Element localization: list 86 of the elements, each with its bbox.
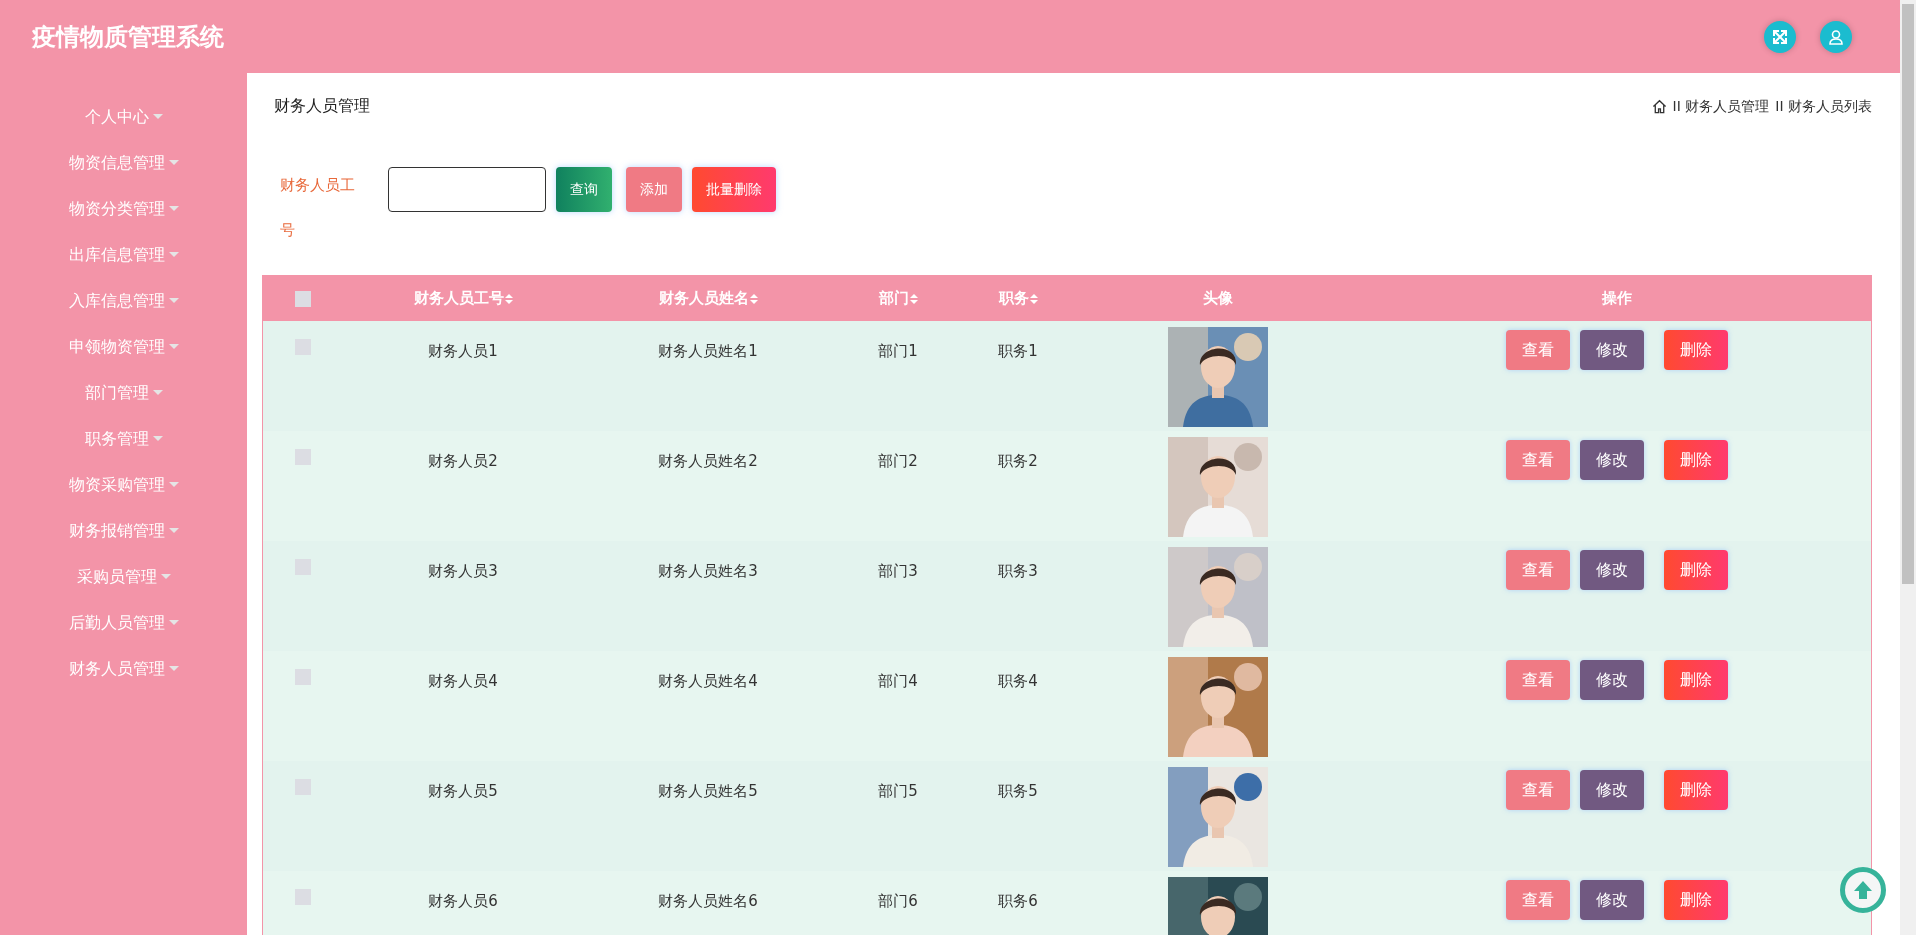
view-button[interactable]: 查看 <box>1506 660 1570 700</box>
add-button[interactable]: 添加 <box>626 167 682 212</box>
view-button[interactable]: 查看 <box>1506 550 1570 590</box>
table-cell: 部门1 <box>878 342 918 360</box>
view-button[interactable]: 查看 <box>1506 330 1570 370</box>
column-header[interactable]: 财务人员姓名 <box>658 287 758 310</box>
row-checkbox[interactable] <box>295 669 311 685</box>
table-cell: 部门3 <box>878 562 918 580</box>
table-cell: 职务1 <box>998 342 1038 360</box>
batch-delete-button[interactable]: 删除 <box>1664 660 1728 700</box>
table-cell: 财务人员2 <box>428 452 498 470</box>
sidebar-item[interactable]: 个人中心 <box>0 102 247 131</box>
table-cell: 财务人员姓名6 <box>658 892 758 910</box>
edit-button[interactable]: 修改 <box>1580 770 1644 810</box>
sidebar-item[interactable]: 入库信息管理 <box>0 286 247 315</box>
table-cell: 部门5 <box>878 782 918 800</box>
table-cell: 部门4 <box>878 672 918 690</box>
sidebar-item[interactable]: 后勤人员管理 <box>0 608 247 637</box>
table-cell: 财务人员1 <box>428 342 498 360</box>
table-cell: 部门2 <box>878 452 918 470</box>
breadcrumb-link[interactable]: II 财务人员管理 <box>1672 95 1770 117</box>
batch-delete-button[interactable]: 删除 <box>1664 330 1728 370</box>
column-header[interactable]: 部门 <box>878 287 918 310</box>
column-header: 头像 <box>1203 288 1233 310</box>
sidebar-item[interactable]: 物资信息管理 <box>0 148 247 177</box>
table-cell: 财务人员4 <box>428 672 498 690</box>
edit-button[interactable]: 修改 <box>1580 660 1644 700</box>
home-icon[interactable] <box>1651 98 1667 114</box>
column-header[interactable]: 职务 <box>998 287 1038 310</box>
edit-button[interactable]: 修改 <box>1580 330 1644 370</box>
search-label: 财务人员工号 <box>280 175 356 241</box>
sidebar-item[interactable]: 财务人员管理 <box>0 654 247 683</box>
table-cell: 财务人员姓名5 <box>658 782 758 800</box>
search-button[interactable]: 查询 <box>556 167 612 212</box>
table-cell: 职务2 <box>998 452 1038 470</box>
sidebar-item[interactable]: 物资采购管理 <box>0 470 247 499</box>
sort-icon[interactable] <box>504 292 513 305</box>
table-cell: 财务人员5 <box>428 782 498 800</box>
batch-delete-button[interactable]: 批量删除 <box>692 167 776 212</box>
user-icon <box>1828 28 1844 45</box>
batch-delete-button[interactable]: 删除 <box>1664 770 1728 810</box>
view-button[interactable]: 查看 <box>1506 770 1570 810</box>
table-cell: 职务6 <box>998 892 1038 910</box>
table-cell: 财务人员6 <box>428 892 498 910</box>
batch-delete-button[interactable]: 删除 <box>1664 880 1728 920</box>
table-cell: 财务人员姓名4 <box>658 672 758 690</box>
user-button[interactable] <box>1820 20 1852 53</box>
search-field[interactable] <box>388 167 546 212</box>
sidebar-item[interactable]: 出库信息管理 <box>0 240 247 269</box>
app-title: 疫情物质管理系统 <box>32 21 224 53</box>
up-arrow-icon <box>1852 879 1874 901</box>
expand-icon <box>1772 28 1788 45</box>
batch-delete-button[interactable]: 删除 <box>1664 550 1728 590</box>
table-cell: 财务人员姓名3 <box>658 562 758 580</box>
sort-icon[interactable] <box>909 292 918 305</box>
column-header: 操作 <box>1602 288 1632 310</box>
table-cell: 财务人员3 <box>428 562 498 580</box>
sidebar-item[interactable]: 采购员管理 <box>0 562 247 591</box>
edit-button[interactable]: 修改 <box>1580 440 1644 480</box>
scrollbar[interactable] <box>1900 0 1916 935</box>
sidebar-item[interactable]: 财务报销管理 <box>0 516 247 545</box>
breadcrumb-link[interactable]: II 财务人员列表 <box>1775 95 1872 117</box>
edit-button[interactable]: 修改 <box>1580 550 1644 590</box>
select-all-checkbox[interactable] <box>295 290 311 307</box>
sidebar-item[interactable]: 部门管理 <box>0 378 247 407</box>
view-button[interactable]: 查看 <box>1506 440 1570 480</box>
table-cell: 财务人员姓名1 <box>658 342 758 360</box>
batch-delete-button[interactable]: 删除 <box>1664 440 1728 480</box>
table-cell: 财务人员姓名2 <box>658 452 758 470</box>
table-cell: 部门6 <box>878 892 918 910</box>
sort-icon[interactable] <box>1029 292 1038 305</box>
sidebar-item[interactable]: 物资分类管理 <box>0 194 247 223</box>
table-cell: 职务3 <box>998 562 1038 580</box>
fullscreen-button[interactable] <box>1764 20 1796 53</box>
sidebar-item[interactable]: 职务管理 <box>0 424 247 453</box>
page-title: 财务人员管理 <box>273 95 370 117</box>
table-cell: 职务5 <box>998 782 1038 800</box>
sidebar-item[interactable]: 申领物资管理 <box>0 332 247 361</box>
table-cell: 职务4 <box>998 672 1038 690</box>
column-header[interactable]: 财务人员工号 <box>413 287 513 310</box>
sort-icon[interactable] <box>749 292 758 305</box>
edit-button[interactable]: 修改 <box>1580 880 1644 920</box>
row-checkbox[interactable] <box>295 889 311 905</box>
back-to-top-button[interactable] <box>1840 867 1886 913</box>
row-checkbox[interactable] <box>295 449 311 465</box>
view-button[interactable]: 查看 <box>1506 880 1570 920</box>
